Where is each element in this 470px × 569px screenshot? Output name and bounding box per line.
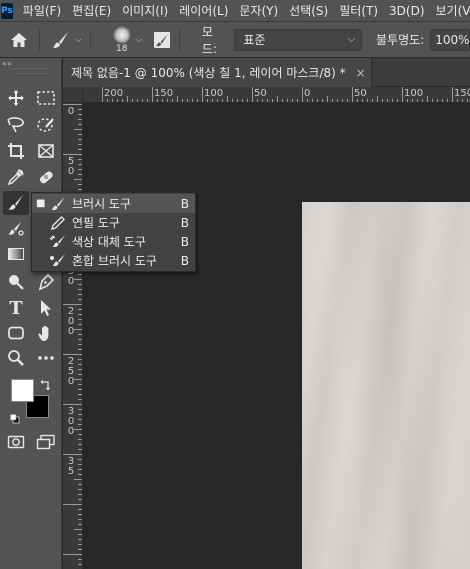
tool-preset-chevron-down-icon[interactable]: ⌵ <box>75 35 82 45</box>
ruler-label: 50 <box>254 88 267 99</box>
vertical-ruler[interactable]: 05010015020025030035 <box>63 103 83 569</box>
brush-size-value: 18 <box>116 43 128 54</box>
quick-selection-tool-icon[interactable] <box>33 113 59 137</box>
separator <box>178 28 180 51</box>
path-selection-tool-icon[interactable] <box>33 296 59 320</box>
menu-select[interactable]: 선택(S) <box>289 2 328 19</box>
opacity-input[interactable]: 100% <box>430 28 470 51</box>
menu-type[interactable]: 문자(Y) <box>239 2 278 19</box>
edit-toolbar-more-icon[interactable] <box>33 346 59 370</box>
menu-file[interactable]: 파일(F) <box>23 2 61 19</box>
type-tool-glyph: T <box>9 297 23 319</box>
flyout-item-color-replacement-tool[interactable]: 색상 대체 도구 B <box>32 232 195 251</box>
ruler-label: 100 <box>404 88 424 99</box>
close-tab-icon[interactable]: × <box>356 66 366 80</box>
tools-collapse-icon[interactable]: «« <box>0 58 61 68</box>
menu-layer[interactable]: 레이어(L) <box>179 2 228 19</box>
ruler-origin[interactable] <box>63 87 83 103</box>
selected-bullet-icon: ■ <box>36 198 46 209</box>
menu-filter[interactable]: 필터(T) <box>339 2 378 19</box>
tools-grip[interactable] <box>14 68 47 74</box>
menu-edit[interactable]: 편집(E) <box>72 2 111 19</box>
flyout-item-label: 색상 대체 도구 <box>72 235 146 249</box>
hand-tool-icon[interactable] <box>33 321 59 345</box>
options-bar: ⌵ 18 ⌵ 모드: 표준 ⌵ 불투명도: 100% <box>0 22 470 58</box>
flyout-item-label: 브러시 도구 <box>72 197 132 211</box>
document-tab-title: 제목 없음-1 @ 100% (색상 칠 1, 레이어 마스크/8) * <box>71 66 346 80</box>
tool-preset-brush-icon[interactable] <box>50 29 71 51</box>
brush-tip-icon <box>112 25 131 44</box>
ruler-label: 0 <box>67 426 75 437</box>
pencil-icon <box>48 215 68 231</box>
brush-tool-flyout: ■ 브러시 도구 B 연필 도구 B 색상 대체 도구 B 혼합 브러시 도구 … <box>31 192 196 272</box>
mode-chevron-down-icon: ⌵ <box>347 34 356 45</box>
flyout-item-shortcut: B <box>180 215 189 230</box>
brush-preset-picker[interactable]: 18 <box>111 25 132 55</box>
document-canvas[interactable] <box>302 202 470 569</box>
mode-select[interactable]: 표준 ⌵ <box>234 28 363 51</box>
screen-mode-icon[interactable] <box>33 430 59 454</box>
home-icon[interactable] <box>7 27 31 53</box>
spot-healing-brush-tool-icon[interactable] <box>33 165 59 189</box>
mixer-brush-icon <box>48 253 68 269</box>
brush-picker-chevron-down-icon[interactable]: ⌵ <box>135 35 142 45</box>
menu-3d[interactable]: 3D(D) <box>389 4 424 18</box>
move-tool-icon[interactable] <box>3 86 29 110</box>
ruler-label: 0 <box>67 166 75 177</box>
ruler-label: 50 <box>354 88 367 99</box>
default-colors-icon[interactable] <box>10 409 20 428</box>
flyout-item-shortcut: B <box>180 196 189 211</box>
color-replacement-icon <box>48 234 68 250</box>
frame-tool-icon[interactable] <box>33 139 59 163</box>
flyout-item-shortcut: B <box>180 234 189 249</box>
lasso-tool-icon[interactable] <box>3 113 29 137</box>
horizontal-ruler[interactable]: 200 150 100 50 0 50 100 150 <box>83 87 470 103</box>
ruler-label: 0 <box>67 326 75 337</box>
mode-label: 모드: <box>201 24 217 56</box>
flyout-item-mixer-brush-tool[interactable]: 혼합 브러시 도구 B <box>32 251 195 270</box>
canvas-workspace[interactable] <box>84 104 470 569</box>
brush-settings-panel-icon[interactable] <box>152 30 171 50</box>
eyedropper-tool-icon[interactable] <box>3 165 29 189</box>
photoshop-logo[interactable]: Ps <box>1 2 13 19</box>
menu-view[interactable]: 보기(V) <box>436 2 470 19</box>
clone-stamp-tool-icon[interactable] <box>3 217 29 241</box>
brush-icon <box>48 196 68 212</box>
flyout-item-shortcut: B <box>180 253 189 268</box>
rectangle-shape-tool-icon[interactable] <box>3 321 29 345</box>
dodge-tool-icon[interactable] <box>3 270 29 294</box>
brush-tool-icon[interactable] <box>3 191 29 215</box>
menu-image[interactable]: 이미지(I) <box>122 2 168 19</box>
ruler-label: 0 <box>67 276 75 287</box>
flyout-item-label: 혼합 브러시 도구 <box>72 254 157 268</box>
flyout-item-label: 연필 도구 <box>72 216 120 230</box>
document-tab-bar: 제목 없음-1 @ 100% (색상 칠 1, 레이어 마스크/8) * × <box>63 58 470 87</box>
separator <box>89 28 91 51</box>
ruler-label: 0 <box>304 88 311 99</box>
ruler-label: 5 <box>67 466 75 477</box>
swap-colors-icon[interactable] <box>40 376 52 395</box>
ruler-label: 100 <box>204 88 224 99</box>
ruler-label: 0 <box>67 376 75 387</box>
mode-select-value: 표준 <box>243 33 266 47</box>
flyout-item-pencil-tool[interactable]: 연필 도구 B <box>32 213 195 232</box>
tools-panel: «« T <box>0 58 62 569</box>
ruler-label: 200 <box>104 88 124 99</box>
type-tool-icon[interactable]: T <box>3 296 29 320</box>
rectangular-marquee-tool-icon[interactable] <box>33 86 59 110</box>
ruler-label: 150 <box>454 88 470 99</box>
menu-bar: Ps 파일(F) 편집(E) 이미지(I) 레이어(L) 문자(Y) 선택(S)… <box>0 0 470 22</box>
document-tab[interactable]: 제목 없음-1 @ 100% (색상 칠 1, 레이어 마스크/8) * × <box>63 58 372 87</box>
opacity-label: 불투명도: <box>376 33 425 47</box>
gradient-tool-icon[interactable] <box>3 242 29 266</box>
flyout-item-brush-tool[interactable]: ■ 브러시 도구 B <box>32 194 195 213</box>
zoom-tool-icon[interactable] <box>3 346 29 370</box>
separator <box>39 28 41 51</box>
ruler-label: 0 <box>67 106 75 117</box>
crop-tool-icon[interactable] <box>3 139 29 163</box>
pen-tool-icon[interactable] <box>33 270 59 294</box>
foreground-color-swatch[interactable] <box>11 379 34 402</box>
quick-mask-icon[interactable] <box>3 430 29 454</box>
ruler-label: 150 <box>154 88 174 99</box>
